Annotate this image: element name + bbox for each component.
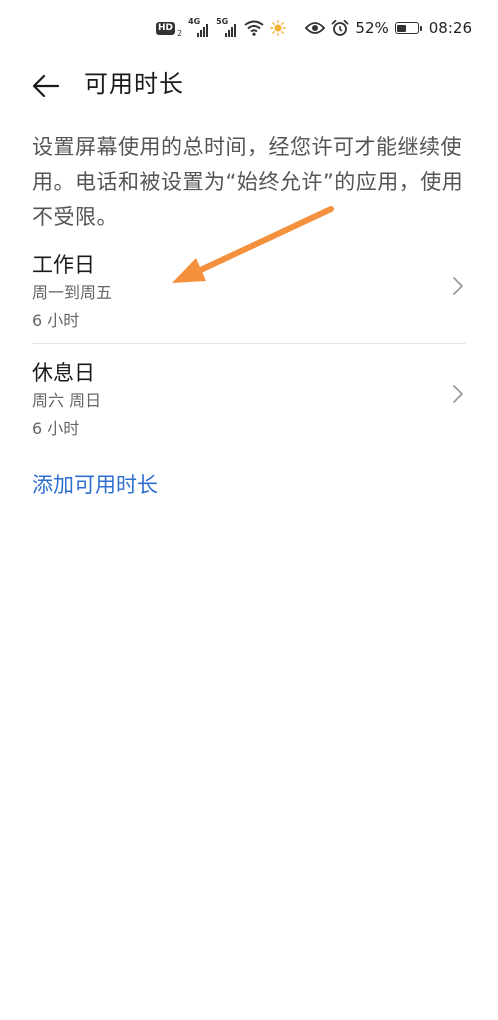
status-bar-left: HD 2 4G 5G: [156, 17, 287, 38]
hd-sim-index: 2: [177, 29, 183, 38]
page-title: 可用时长: [84, 70, 184, 98]
arrow-left-icon: [32, 74, 60, 98]
item-days: 周一到周五: [32, 283, 113, 302]
status-bar-right: 52% 08:26: [305, 16, 472, 40]
battery-icon: [394, 22, 422, 34]
item-duration: 6 小时: [32, 311, 80, 330]
eye-icon: [305, 22, 326, 34]
hd-icon: HD: [156, 21, 176, 35]
list-item-restday[interactable]: 休息日 周六 周日 6 小时: [0, 358, 498, 462]
wifi-icon: [244, 20, 264, 36]
divider: [32, 343, 466, 344]
description-text: 设置屏幕使用的总时间，经您许可才能继续使用。电话和被设置为“始终允许”的应用，使…: [32, 135, 464, 229]
item-days: 周六 周日: [32, 391, 102, 410]
item-title: 工作日: [32, 253, 95, 277]
list-item-workday[interactable]: 工作日 周一到周五 6 小时: [0, 250, 498, 354]
signal-icon: 5G: [216, 17, 238, 37]
clock: 08:26: [428, 19, 472, 37]
alarm-icon: [332, 19, 349, 36]
battery-percent: 52%: [355, 19, 389, 37]
item-duration: 6 小时: [32, 419, 80, 438]
signal-icon: 4G: [188, 17, 210, 37]
sun-icon: [270, 20, 287, 36]
chevron-right-icon: [453, 385, 463, 403]
chevron-right-icon: [453, 277, 463, 295]
app-bar: 可用时长: [0, 56, 498, 112]
add-time-limit-button[interactable]: 添加可用时长: [32, 470, 158, 500]
status-bar: HD 2 4G 5G 52% 08:26: [0, 0, 498, 56]
back-button[interactable]: [28, 68, 64, 104]
battery-level: [397, 24, 407, 32]
item-title: 休息日: [32, 361, 95, 385]
